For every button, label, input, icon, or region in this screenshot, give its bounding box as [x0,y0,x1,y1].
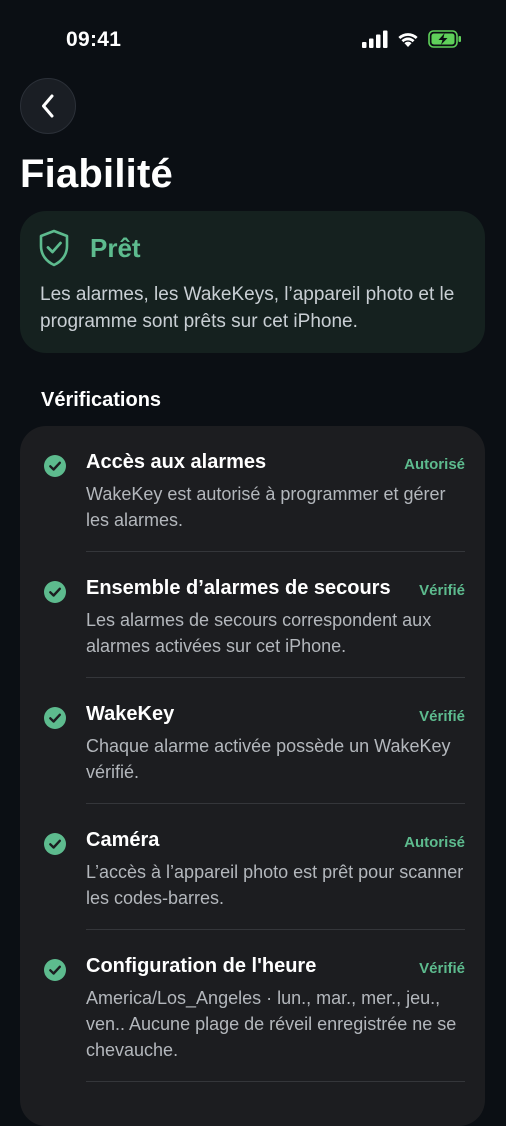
check-status-badge: Vérifié [419,582,465,599]
check-status-badge: Autorisé [404,456,465,473]
status-time: 09:41 [66,28,122,51]
checkmark-circle-icon [44,707,66,729]
divider [86,551,465,552]
check-description: America/Los_Angeles · lun., mar., mer., … [86,988,457,1060]
wifi-icon [398,33,418,47]
page-title: Fiabilité [20,152,173,196]
check-title: Ensemble d’alarmes de secours [86,577,391,599]
check-description: WakeKey est autorisé à programmer et gér… [86,484,446,530]
checkmark-circle-icon [44,455,66,477]
cellular-signal-icon [362,30,388,48]
check-title: Caméra [86,829,160,851]
checkmark-circle-icon [44,833,66,855]
checkmark-circle-icon [44,581,66,603]
divider [86,929,465,930]
shield-check-icon [39,229,69,267]
check-title: WakeKey [86,703,175,725]
divider [86,1081,465,1082]
battery-charging-icon [428,30,461,48]
check-title: Configuration de l'heure [86,955,317,977]
status-label: Prêt [90,233,141,263]
divider [86,677,465,678]
section-title: Vérifications [41,389,162,411]
check-status-badge: Vérifié [419,708,465,725]
check-title: Accès aux alarmes [86,451,267,473]
divider [86,803,465,804]
checks-list: Accès aux alarmes Autorisé WakeKey est a… [20,426,485,1126]
status-icons [362,30,462,48]
check-description: L’accès à l’appareil photo est prêt pour… [86,862,464,908]
check-description: Chaque alarme activée possède un WakeKey… [86,736,451,782]
back-button[interactable] [20,78,76,134]
status-bar: 09:41 [0,0,506,80]
status-description: Les alarmes, les WakeKeys, l’appareil ph… [40,284,455,332]
chevron-left-icon [42,94,54,118]
status-card: Prêt Les alarmes, les WakeKeys, l’appare… [20,211,485,353]
checkmark-circle-icon [44,959,66,981]
check-description: Les alarmes de secours correspondent aux… [86,610,432,656]
check-status-badge: Autorisé [404,834,465,851]
check-status-badge: Vérifié [419,960,465,977]
